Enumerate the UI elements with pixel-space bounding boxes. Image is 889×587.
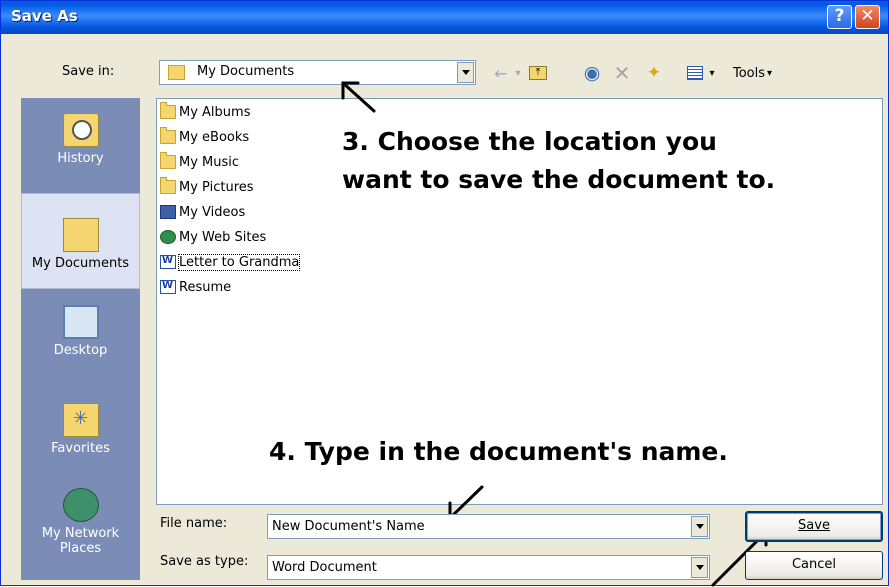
file-name: My eBooks	[179, 129, 250, 145]
save-as-dialog: Save As ? ✕ Save in: My Documents ← ▾ ⤒ …	[0, 0, 889, 587]
chevron-down-icon[interactable]	[457, 62, 474, 83]
list-item[interactable]: My Videos	[160, 202, 245, 222]
history-icon	[62, 113, 99, 147]
cancel-button[interactable]: Cancel	[745, 551, 883, 580]
network-icon	[62, 488, 99, 522]
file-name: My Pictures	[179, 179, 254, 195]
file-name-input[interactable]: New Document's Name	[267, 514, 710, 539]
save-in-label: Save in:	[62, 64, 115, 79]
my-documents-icon	[62, 218, 99, 252]
back-arrow-icon[interactable]: ←	[490, 61, 512, 85]
chevron-down-icon[interactable]	[691, 557, 708, 578]
favorites-icon: ✳	[62, 403, 99, 437]
list-item[interactable]: My Music	[160, 152, 239, 172]
search-web-icon[interactable]: ◉	[578, 61, 606, 85]
place-label: History	[57, 151, 104, 166]
file-name-label: File name:	[160, 516, 228, 531]
cancel-button-label: Cancel	[791, 557, 837, 572]
close-button[interactable]: ✕	[855, 5, 880, 29]
chevron-down-icon[interactable]	[691, 516, 708, 537]
file-name: Resume	[179, 279, 232, 295]
up-one-level-icon[interactable]: ⤒	[526, 61, 550, 85]
views-icon[interactable]	[684, 61, 706, 85]
word-document-icon	[160, 255, 176, 269]
save-as-type-select[interactable]: Word Document	[267, 555, 710, 580]
file-name: My Music	[179, 154, 240, 170]
save-button-label: Save	[798, 518, 830, 533]
place-label-line2: Places	[59, 541, 102, 556]
my-documents-small-icon	[168, 65, 185, 80]
file-name: My Albums	[179, 104, 251, 120]
arrow-head-save-in	[341, 81, 360, 100]
save-button[interactable]: Save	[745, 511, 883, 542]
place-my-documents[interactable]: My Documents	[21, 193, 140, 289]
instruction-step-4: 4. Type in the document's name.	[269, 437, 728, 466]
back-dropdown-icon[interactable]: ▾	[512, 61, 524, 85]
tools-menu[interactable]: Tools ▾	[720, 61, 785, 85]
window-title: Save As	[11, 7, 78, 25]
views-dropdown-icon[interactable]: ▾	[706, 61, 718, 85]
instruction-step-3-line1: 3. Choose the location you	[342, 127, 717, 156]
tools-label: Tools	[732, 65, 765, 81]
place-label-line1: My Network	[41, 526, 120, 541]
list-item[interactable]: My Pictures	[160, 177, 254, 197]
new-folder-icon[interactable]: ✦	[640, 61, 668, 85]
place-my-network-places[interactable]: My Network Places	[21, 488, 140, 556]
folder-icon	[160, 127, 176, 144]
list-item[interactable]: Resume	[160, 277, 231, 297]
instruction-step-3-line2: want to save the document to.	[342, 165, 776, 194]
place-favorites[interactable]: ✳ Favorites	[21, 403, 140, 456]
music-folder-icon	[160, 152, 176, 169]
places-bar: History My Documents Desktop ✳ Favorites…	[21, 98, 140, 580]
place-history[interactable]: History	[21, 113, 140, 166]
desktop-icon	[62, 305, 99, 339]
save-in-value: My Documents	[197, 64, 295, 79]
list-item[interactable]: My eBooks	[160, 127, 249, 147]
save-as-type-value: Word Document	[272, 560, 377, 575]
instruction-step-3: 3. Choose the location you want to save …	[342, 127, 775, 195]
place-label: Favorites	[51, 441, 110, 456]
place-label: Desktop	[53, 343, 108, 358]
list-item[interactable]: Letter to Grandma	[160, 252, 301, 272]
file-name: My Videos	[179, 204, 246, 220]
save-as-type-label: Save as type:	[160, 554, 249, 569]
folder-icon	[160, 177, 176, 194]
list-item[interactable]: My Web Sites	[160, 227, 266, 247]
folder-icon	[160, 102, 176, 119]
file-name: My Web Sites	[179, 229, 267, 245]
delete-icon[interactable]: ✕	[610, 61, 634, 85]
list-item[interactable]: My Albums	[160, 102, 250, 122]
place-desktop[interactable]: Desktop	[21, 305, 140, 358]
save-in-dropdown[interactable]: My Documents	[159, 60, 476, 85]
word-document-icon	[160, 280, 176, 294]
file-name-value: New Document's Name	[272, 519, 425, 534]
place-label: My Documents	[31, 256, 130, 271]
help-button[interactable]: ?	[827, 5, 852, 29]
title-bar: Save As ? ✕	[1, 1, 888, 34]
file-name: Letter to Grandma	[177, 253, 301, 271]
video-folder-icon	[160, 205, 176, 219]
web-folder-icon	[160, 230, 176, 244]
